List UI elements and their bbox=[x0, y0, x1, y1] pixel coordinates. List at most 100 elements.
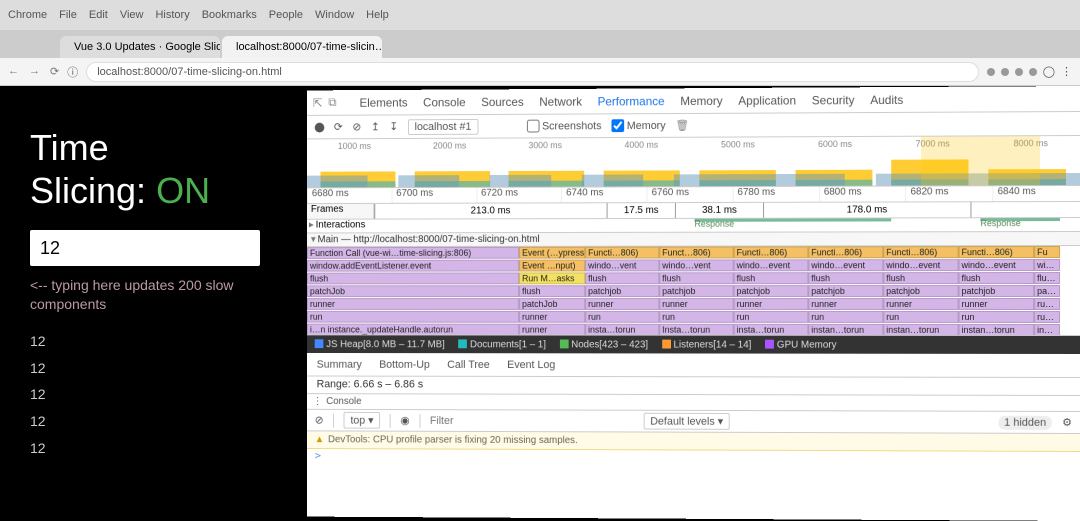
flame-seg[interactable]: patchJob bbox=[307, 285, 519, 297]
mem-listeners[interactable]: Listeners[14 – 14] bbox=[662, 339, 752, 350]
device-icon[interactable]: ⧉ bbox=[328, 95, 336, 110]
tab-performance[interactable]: Performance bbox=[598, 94, 665, 108]
hidden-count[interactable]: 1 hidden bbox=[998, 415, 1052, 429]
frames-track[interactable]: Frames 213.0 ms 17.5 ms 38.1 ms 178.0 ms bbox=[307, 202, 1080, 220]
flame-seg[interactable]: pa… bbox=[1034, 285, 1060, 297]
flame-seg[interactable]: runner bbox=[883, 298, 958, 310]
mem-gpu[interactable]: GPU Memory bbox=[765, 339, 836, 350]
eye-icon[interactable]: ◉ bbox=[400, 414, 409, 427]
kebab-icon[interactable]: ⋮ bbox=[313, 396, 323, 407]
site-info-icon[interactable]: ⓘ bbox=[67, 64, 78, 80]
reload-record-icon[interactable]: ⟳ bbox=[334, 121, 343, 134]
mem-docs[interactable]: Documents[1 – 1] bbox=[458, 339, 546, 350]
flame-seg[interactable]: i…n instance._updateHandle.autorun bbox=[307, 324, 519, 336]
main-track-header[interactable]: ▾ Main — http://localhost:8000/07-time-s… bbox=[307, 232, 1080, 247]
memory-checkbox[interactable]: Memory bbox=[611, 119, 665, 132]
flame-seg[interactable]: runner bbox=[519, 311, 585, 323]
screenshots-checkbox[interactable]: Screenshots bbox=[527, 119, 602, 132]
flame-seg[interactable]: runner bbox=[808, 298, 883, 310]
flame-seg[interactable]: ru… bbox=[1034, 311, 1060, 323]
url-input[interactable]: localhost:8000/07-time-slicing-on.html bbox=[86, 62, 978, 82]
flame-seg[interactable]: flush bbox=[883, 272, 958, 284]
flame-seg[interactable]: runner bbox=[519, 324, 585, 336]
gear-icon[interactable]: ⚙ bbox=[1062, 416, 1072, 429]
tab-application[interactable]: Application bbox=[738, 93, 796, 107]
menu-item[interactable]: Window bbox=[315, 9, 354, 21]
expand-icon[interactable]: ▸ bbox=[307, 220, 316, 233]
flame-seg[interactable]: windo…event bbox=[808, 259, 883, 271]
flame-seg[interactable]: run bbox=[307, 311, 519, 323]
flame-seg[interactable]: Functi…806) bbox=[883, 246, 958, 258]
flame-seg[interactable]: runner bbox=[307, 298, 519, 310]
levels-selector[interactable]: Default levels ▾ bbox=[643, 413, 730, 430]
flame-seg[interactable]: in… bbox=[1034, 324, 1060, 336]
flame-seg[interactable]: run bbox=[959, 311, 1035, 323]
flame-seg[interactable]: instan…torun bbox=[959, 324, 1035, 336]
browser-tab-active[interactable]: localhost:8000/07-time-slicin…× bbox=[222, 36, 382, 58]
menu-item[interactable]: History bbox=[155, 9, 189, 21]
flame-seg[interactable]: flush bbox=[659, 272, 733, 284]
overview-timeline[interactable]: 1000 ms 2000 ms 3000 ms 4000 ms 5000 ms … bbox=[307, 136, 1080, 188]
menu-item[interactable]: Chrome bbox=[8, 9, 47, 21]
browser-tab[interactable]: Vue 3.0 Updates · Google Slid…× bbox=[60, 36, 220, 58]
flame-seg[interactable]: Function Call (vue-wi…time-slicing.js:80… bbox=[307, 247, 519, 259]
flame-seg[interactable]: flush bbox=[307, 272, 519, 284]
tab-bottomup[interactable]: Bottom-Up bbox=[379, 358, 430, 370]
clear-icon[interactable]: ⊘ bbox=[352, 121, 361, 134]
flame-seg[interactable]: patchjob bbox=[585, 285, 659, 297]
avatar-icon[interactable]: ◯ bbox=[1043, 65, 1055, 78]
back-icon[interactable]: ← bbox=[8, 65, 19, 78]
ext-icon[interactable] bbox=[987, 68, 995, 76]
tab-audits[interactable]: Audits bbox=[870, 92, 903, 106]
reload-icon[interactable]: ⟳ bbox=[50, 65, 59, 78]
flame-seg[interactable]: Event (…ypress) bbox=[519, 247, 585, 259]
flame-seg[interactable]: Functi…806) bbox=[734, 246, 809, 258]
context-selector[interactable]: top ▾ bbox=[344, 412, 380, 429]
flame-seg[interactable]: flush bbox=[734, 272, 809, 284]
tab-calltree[interactable]: Call Tree bbox=[447, 359, 490, 371]
flame-seg[interactable]: instan…torun bbox=[883, 324, 958, 336]
selection-region[interactable] bbox=[921, 136, 1040, 185]
filter-input[interactable] bbox=[430, 415, 507, 427]
frame-seg[interactable]: 213.0 ms bbox=[374, 203, 606, 218]
flame-seg[interactable]: flush bbox=[959, 272, 1035, 284]
tab-network[interactable]: Network bbox=[539, 94, 582, 108]
flame-seg[interactable]: run bbox=[659, 311, 733, 323]
flame-seg[interactable]: Functi…806) bbox=[959, 246, 1035, 258]
flame-chart[interactable]: Function Call (vue-wi…time-slicing.js:80… bbox=[307, 246, 1080, 336]
flame-seg[interactable]: wi… bbox=[1034, 259, 1060, 271]
flame-seg[interactable]: runner bbox=[585, 298, 659, 310]
frame-seg[interactable] bbox=[970, 202, 1080, 217]
flame-seg[interactable]: run bbox=[883, 311, 958, 323]
frame-seg[interactable]: 38.1 ms bbox=[675, 203, 763, 218]
flame-seg[interactable]: patchjob bbox=[659, 285, 733, 297]
load-icon[interactable]: ↥ bbox=[371, 120, 380, 133]
flame-seg[interactable]: patchjob bbox=[883, 285, 958, 297]
gc-icon[interactable]: 🗑 bbox=[675, 119, 689, 132]
ext-icon[interactable] bbox=[1029, 68, 1037, 76]
console-prompt[interactable]: > bbox=[307, 449, 1080, 468]
flame-seg[interactable]: windo…event bbox=[959, 259, 1035, 271]
menu-item[interactable]: View bbox=[120, 9, 144, 21]
flame-seg[interactable]: windo…vent bbox=[659, 259, 733, 271]
tab-memory[interactable]: Memory bbox=[680, 93, 722, 107]
flame-seg[interactable]: flush bbox=[808, 272, 883, 284]
ext-icon[interactable] bbox=[1001, 68, 1009, 76]
tab-security[interactable]: Security bbox=[812, 93, 855, 107]
flame-seg[interactable]: runner bbox=[734, 298, 809, 310]
flame-seg[interactable]: flush bbox=[585, 272, 659, 284]
frame-seg[interactable]: 178.0 ms bbox=[763, 202, 970, 217]
menu-item[interactable]: File bbox=[59, 9, 77, 21]
flame-seg[interactable]: flush bbox=[519, 285, 585, 297]
flame-seg[interactable]: Functi…806) bbox=[585, 247, 659, 259]
flame-seg[interactable]: Funct…806) bbox=[659, 247, 733, 259]
flame-seg[interactable]: patchjob bbox=[959, 285, 1035, 297]
menu-item[interactable]: Help bbox=[366, 9, 389, 21]
tab-elements[interactable]: Elements bbox=[360, 95, 408, 109]
flame-seg[interactable]: run bbox=[808, 311, 883, 323]
tab-summary[interactable]: Summary bbox=[317, 358, 362, 370]
flame-seg[interactable]: Fu bbox=[1034, 246, 1060, 258]
flame-seg[interactable]: Run M…asks bbox=[519, 272, 585, 284]
kebab-icon[interactable]: ⋮ bbox=[1061, 65, 1072, 78]
menu-item[interactable]: Edit bbox=[89, 9, 108, 21]
